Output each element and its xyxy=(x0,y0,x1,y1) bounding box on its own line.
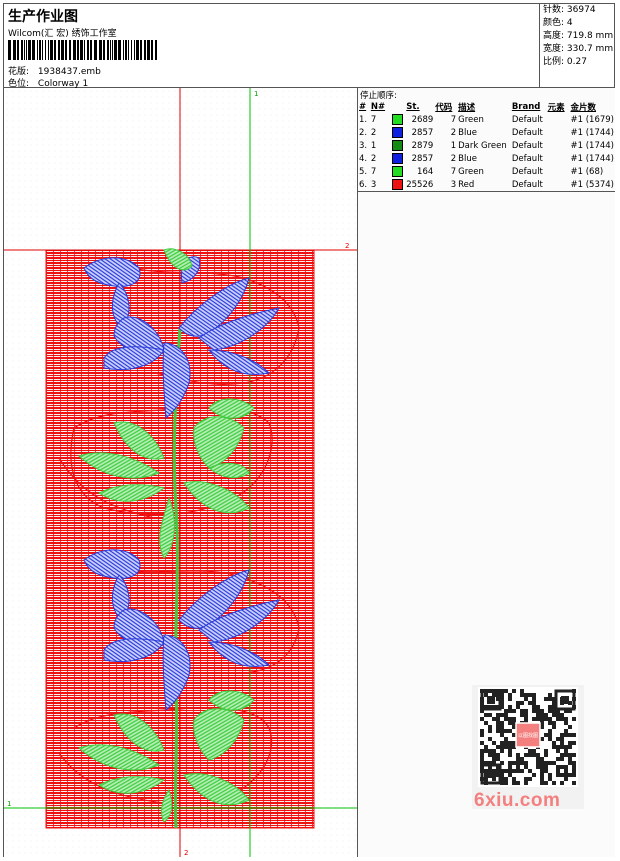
stats-panel: 针数: 36974 颜色: 4 高度: 719.8 mm 宽度: 330.7 m… xyxy=(540,4,615,88)
color-swatch xyxy=(392,179,404,190)
col-swatch xyxy=(391,100,405,113)
cell-stitches: 2857 xyxy=(411,127,434,138)
cell-index: 5. xyxy=(359,166,368,177)
cell-swatch xyxy=(391,113,405,126)
cell-stitches: 2857 xyxy=(411,153,434,164)
cell-brand: Default xyxy=(511,179,543,190)
sequence-table: # N# St. 代码 描述 Brand 元素 金片数 1. 7 2689 7 Gree… xyxy=(358,100,615,192)
cell-code: 2 xyxy=(450,153,457,164)
cell-index: 1. xyxy=(359,114,368,125)
col-sequins: 金片数 xyxy=(570,102,597,113)
cell-needle: 7 xyxy=(370,114,377,125)
cell-sequins: #1 (1744) xyxy=(570,127,615,138)
col-code: 代码 xyxy=(435,102,453,113)
cell-element xyxy=(547,178,570,192)
color-swatch xyxy=(392,114,404,125)
color-swatch xyxy=(392,153,404,164)
cell-code: 2 xyxy=(450,127,457,138)
cell-sequins: #1 (68) xyxy=(570,166,604,177)
cell-needle: 7 xyxy=(370,166,377,177)
cell-stitches: 2689 xyxy=(411,114,434,125)
col-stitches: St. xyxy=(406,101,420,112)
cell-desc: Green xyxy=(458,166,484,177)
color-swatch xyxy=(392,166,404,177)
cell-element xyxy=(547,113,570,126)
cell-code: 7 xyxy=(450,114,457,125)
color-swatch xyxy=(392,127,404,138)
table-row[interactable]: 4. 2 2857 2 Blue Default #1 (1744) xyxy=(358,152,615,165)
cell-sequins: #1 (1679) xyxy=(570,114,615,125)
cell-index: 4. xyxy=(359,153,368,164)
table-row[interactable]: 3. 1 2879 1 Dark Green Default #1 (1744) xyxy=(358,139,615,152)
cell-needle: 1 xyxy=(370,140,377,151)
header-panel: 生产作业图 Wilcom(汇 宏) 绣饰工作室 花版: 1938437.emb … xyxy=(4,4,540,89)
col-brand: Brand xyxy=(511,101,541,112)
cell-sequins: #1 (1744) xyxy=(570,153,615,164)
table-row[interactable]: 1. 7 2689 7 Green Default #1 (1679) xyxy=(358,113,615,126)
cell-stitches: 25526 xyxy=(406,179,434,190)
color-swatch xyxy=(392,140,404,151)
cell-index: 3. xyxy=(359,140,368,151)
cell-swatch xyxy=(391,178,405,192)
embroidery-canvas: 1 2 2 1 xyxy=(4,88,357,857)
cell-desc: Red xyxy=(458,179,475,190)
cell-code: 1 xyxy=(450,140,457,151)
cell-desc: Green xyxy=(458,114,484,125)
cell-brand: Default xyxy=(511,140,543,151)
cell-brand: Default xyxy=(511,166,543,177)
col-needle: N# xyxy=(370,101,386,112)
cell-element xyxy=(547,165,570,178)
col-desc: 描述 xyxy=(458,102,476,113)
table-row[interactable]: 2. 2 2857 2 Blue Default #1 (1744) xyxy=(358,126,615,139)
stat-row: 针数: 36974 xyxy=(543,5,596,15)
design-preview[interactable]: 1 2 2 1 xyxy=(4,88,358,857)
col-element: 元素 xyxy=(547,102,565,113)
cell-element xyxy=(547,139,570,152)
cell-swatch xyxy=(391,165,405,178)
qr-code-icon: 以图找图 xyxy=(478,687,578,787)
cell-swatch xyxy=(391,126,405,139)
cell-sequins: #1 (5374) xyxy=(570,179,615,190)
cell-needle: 2 xyxy=(370,153,377,164)
stat-row: 比例: 0.27 xyxy=(543,57,587,67)
company-name: Wilcom(汇 宏) 绣饰工作室 xyxy=(8,29,117,39)
stat-row: 高度: 719.8 mm xyxy=(543,31,614,41)
barcode xyxy=(8,40,157,60)
cell-brand: Default xyxy=(511,153,543,164)
guide-label-bottom: 2 xyxy=(184,849,188,857)
cell-desc: Blue xyxy=(458,153,477,164)
page-title: 生产作业图 xyxy=(8,9,78,25)
cell-code: 3 xyxy=(450,179,457,190)
cell-swatch xyxy=(391,139,405,152)
cell-brand: Default xyxy=(511,114,543,125)
cell-brand: Default xyxy=(511,127,543,138)
cell-stitches: 2879 xyxy=(411,140,434,151)
table-header-row: # N# St. 代码 描述 Brand 元素 金片数 xyxy=(358,100,615,113)
cell-element xyxy=(547,152,570,165)
guide-label-top: 1 xyxy=(254,90,258,98)
cell-index: 6. xyxy=(359,179,368,190)
cell-needle: 3 xyxy=(370,179,377,190)
table-row[interactable]: 6. 3 25526 3 Red Default #1 (5374) xyxy=(358,178,615,192)
cell-desc: Blue xyxy=(458,127,477,138)
col-index: # xyxy=(359,101,367,112)
cell-stitches: 164 xyxy=(417,166,434,177)
qr-caption: 以图找图 xyxy=(518,732,538,739)
cell-element xyxy=(547,126,570,139)
table-row[interactable]: 5. 7 164 7 Green Default #1 (68) xyxy=(358,165,615,178)
cell-swatch xyxy=(391,152,405,165)
stat-row: 颜色: 4 xyxy=(543,18,573,28)
cell-sequins: #1 (1744) xyxy=(570,140,615,151)
cell-desc: Dark Green xyxy=(458,140,507,151)
cell-index: 2. xyxy=(359,127,368,138)
cell-code: 7 xyxy=(450,166,457,177)
guide-label-left: 1 xyxy=(7,800,11,808)
stat-row: 宽度: 330.7 mm xyxy=(543,44,614,54)
watermark-text: 6xiu.com xyxy=(474,790,561,811)
cell-needle: 2 xyxy=(370,127,377,138)
guide-label-right: 2 xyxy=(345,242,349,250)
